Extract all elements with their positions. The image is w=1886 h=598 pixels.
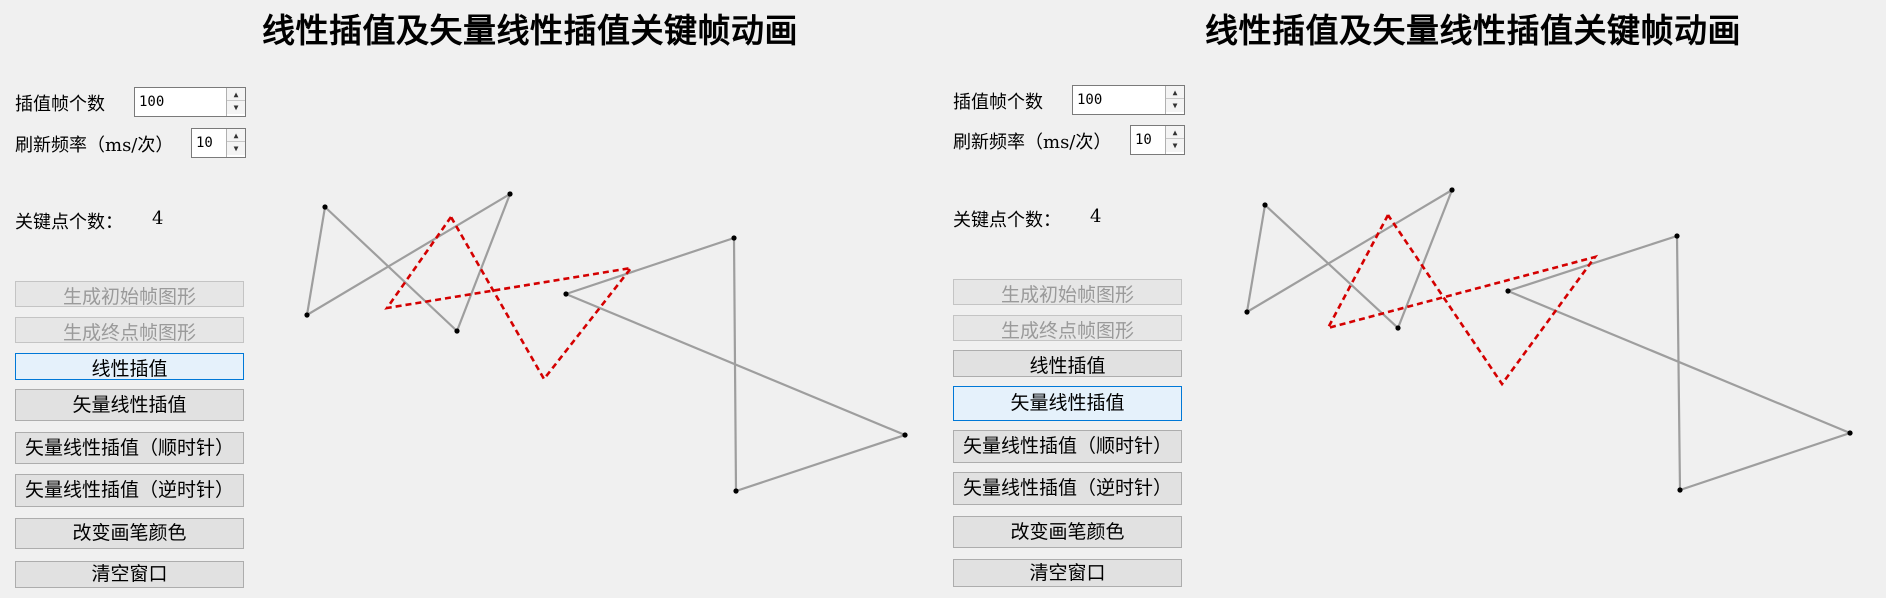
left-panel: 线性插值及矢量线性插值关键帧动画 插值帧个数 100 ▲ ▼ 刷新频率（ms/次… [0,0,943,598]
initial-frame-shape [305,191,513,333]
interpolated-frame-shape [384,216,635,382]
drawing-canvas[interactable] [943,0,1886,598]
right-panel: 线性插值及矢量线性插值关键帧动画 插值帧个数 100 ▲ ▼ 刷新频率（ms/次… [943,0,1886,598]
keypoints [1244,187,1853,493]
initial-frame-shape [1245,187,1455,330]
keypoints [304,191,908,494]
drawing-canvas[interactable] [0,0,943,598]
end-frame-shape [565,236,909,493]
end-frame-shape [1507,234,1854,492]
